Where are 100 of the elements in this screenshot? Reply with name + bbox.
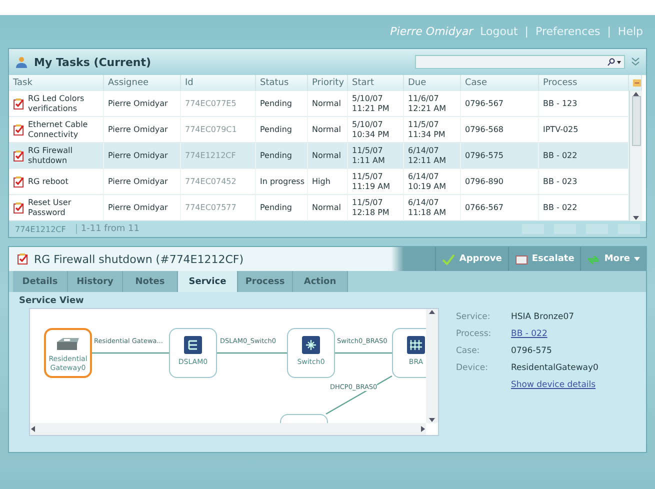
up-arrow-icon: [429, 309, 435, 315]
vertical-scrollbar[interactable]: [629, 91, 642, 221]
info-label: Case:: [456, 346, 481, 356]
column-header[interactable]: Task: [9, 75, 104, 91]
tab[interactable]: Action: [293, 271, 348, 292]
left-arrow-icon: [30, 426, 36, 432]
separator: |: [607, 25, 611, 38]
table-cell: 11/5/07 1:11 AM: [348, 143, 404, 169]
table-cell: 11/5/07 11:19 AM: [348, 169, 404, 195]
table-cell: Normal: [308, 143, 348, 169]
table-cell: In progress: [256, 169, 308, 195]
column-header[interactable]: Start: [348, 75, 404, 91]
table-cell: Pending: [256, 117, 308, 143]
device-details-link[interactable]: Show device details: [511, 380, 598, 390]
task-name: RG Firewall shutdown: [28, 146, 74, 166]
table-cell: Pending: [256, 143, 308, 169]
table-cell: 0766-567: [461, 195, 539, 221]
task-name: RG reboot: [28, 176, 68, 186]
table-cell: Normal: [308, 91, 348, 117]
users-icon: [15, 56, 28, 68]
info-value: HSIA Bronze07: [511, 312, 576, 322]
table-cell: 774E1212CF: [181, 143, 256, 169]
column-menu-icon: [633, 79, 641, 87]
tab[interactable]: Notes: [123, 271, 178, 292]
table-cell: 11/5/07 11:34 PM: [404, 117, 461, 143]
table-cell: 6/14/07 11:18 AM: [404, 195, 461, 221]
table-cell: IPTV-025: [539, 117, 629, 143]
table-cell: 11/6/07 12:21 AM: [404, 91, 461, 117]
table-cell: 774EC07452: [181, 169, 256, 195]
table-cell: 6/14/07 10:19 AM: [404, 169, 461, 195]
up-arrow-icon: [633, 91, 639, 97]
router-device-icon: [406, 335, 426, 355]
task-name: Ethernet Cable Connectivity: [28, 120, 89, 140]
switch-device-icon: [301, 335, 321, 355]
column-header[interactable]: Priority: [308, 75, 348, 91]
record-count: 1-11 from 11: [76, 224, 512, 234]
table-cell: 5/10/07 10:34 PM: [348, 117, 404, 143]
dslam-device-icon: [183, 335, 203, 355]
info-label: Device:: [456, 363, 489, 373]
panel-title: My Tasks (Current): [34, 56, 152, 68]
right-arrow-icon: [420, 426, 426, 432]
search-field[interactable]: [415, 55, 625, 69]
process-link[interactable]: BB - 022: [511, 329, 598, 339]
table-cell: Pending: [256, 91, 308, 117]
column-header[interactable]: Process: [539, 75, 629, 91]
tab[interactable]: Service: [178, 271, 238, 292]
task-checkmark-icon: [17, 253, 29, 265]
table-cell: 774EC079C1: [181, 117, 256, 143]
caret-icon: [634, 257, 640, 261]
table-cell: Normal: [308, 117, 348, 143]
table-cell: BB - 123: [539, 91, 629, 117]
table-cell: 0796-567: [461, 91, 539, 117]
table-cell: 0796-575: [461, 143, 539, 169]
task-checkmark-icon: [13, 176, 25, 188]
down-arrow-icon: [633, 215, 639, 221]
task-checkmark-icon: [13, 202, 25, 214]
info-label: Process:: [456, 329, 492, 339]
table-cell: Normal: [308, 195, 348, 221]
info-value: ResidentalGateway0: [511, 363, 598, 373]
column-header[interactable]: Id: [181, 75, 256, 91]
table-cell: Pierre Omidyar: [104, 117, 181, 143]
table-cell: BB - 022: [539, 195, 629, 221]
table-cell: 0796-890: [461, 169, 539, 195]
tab[interactable]: Process: [238, 271, 293, 292]
checkmark-icon: [442, 254, 456, 264]
column-header[interactable]: Case: [461, 75, 539, 91]
tab[interactable]: Details: [13, 271, 68, 292]
task-checkmark-icon: [13, 98, 25, 110]
task-checkmark-icon: [13, 124, 25, 136]
column-header[interactable]: Assignee: [104, 75, 181, 91]
detail-title: RG Firewall shutdown (#774E1212CF): [34, 252, 244, 266]
info-value: 0796-575: [511, 346, 553, 356]
table-cell: 774EC07577: [181, 195, 256, 221]
table-cell: Pending: [256, 195, 308, 221]
table-cell: 11/5/07 12:18 PM: [348, 195, 404, 221]
collapse-chevron-icon[interactable]: [631, 57, 640, 67]
table-cell: Pierre Omidyar: [104, 195, 181, 221]
column-header[interactable]: Status: [256, 75, 308, 91]
connector-line: [335, 352, 392, 354]
info-label: Service:: [456, 312, 492, 322]
section-title: Service View: [18, 296, 85, 306]
horizontal-scrollbar[interactable]: [30, 423, 426, 435]
table-cell: BB - 022: [539, 143, 629, 169]
search-icon: [607, 58, 621, 66]
user-name: Pierre Omidyar: [390, 25, 474, 38]
table-cell: Pierre Omidyar: [104, 143, 181, 169]
vertical-scrollbar[interactable]: [426, 309, 438, 423]
gateway-device-icon: [55, 336, 81, 352]
table-cell: 774EC077E5: [181, 91, 256, 117]
task-checkmark-icon: [13, 150, 25, 162]
table-cell: 5/10/07 11:21 PM: [348, 91, 404, 117]
table-cell: 6/14/07 12:11 AM: [404, 143, 461, 169]
column-menu[interactable]: [629, 75, 642, 91]
task-name: RG Led Colors verifications: [28, 94, 86, 114]
tab[interactable]: History: [68, 271, 123, 292]
connector-line: [217, 352, 287, 354]
task-name: Reset User Password: [28, 198, 72, 218]
column-header[interactable]: Due: [404, 75, 461, 91]
separator: |: [524, 25, 528, 38]
table-cell: High: [308, 169, 348, 195]
